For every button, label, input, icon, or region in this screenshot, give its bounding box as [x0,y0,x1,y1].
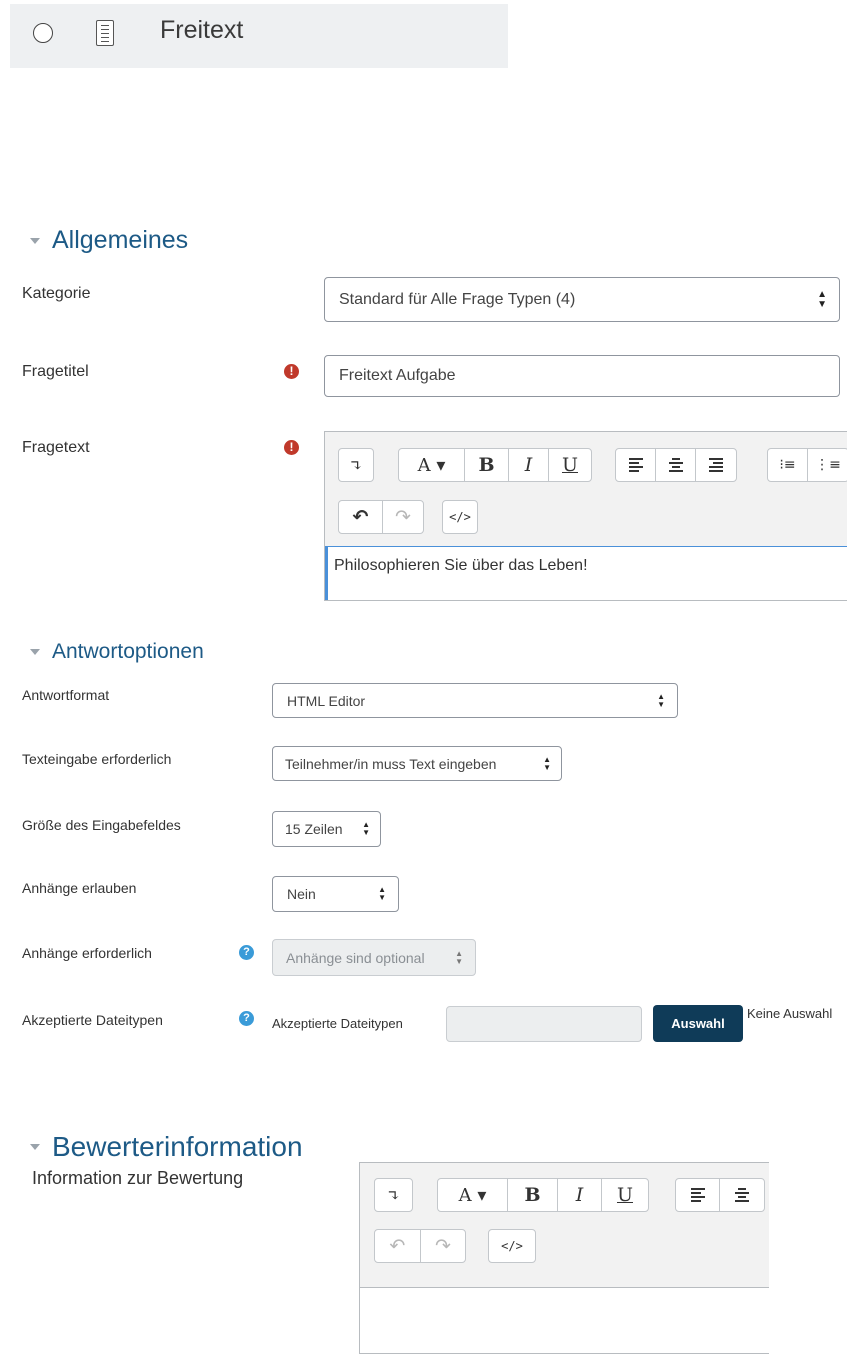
italic-button[interactable]: I [509,449,549,481]
toolbar-group-align [615,448,737,482]
more-toolbar-button[interactable]: ↴ [375,1179,412,1211]
grader-info-content[interactable] [360,1287,769,1353]
select-arrows-icon: ▲ ▼ [657,691,665,709]
toolbar-group-history: ↶ ↷ [374,1229,466,1263]
align-center-icon [735,1188,749,1202]
underline-button[interactable]: U [602,1179,648,1211]
align-center-icon [668,458,683,472]
grader-info-label: Information zur Bewertung [32,1168,244,1188]
select-arrows-icon: ▲ ▼ [455,948,463,966]
unordered-list-button[interactable]: ⁝≡ [768,449,808,481]
response-format-select[interactable]: HTML Editor ▲ ▼ [272,683,678,718]
italic-button[interactable]: I [558,1179,602,1211]
align-left-button[interactable] [616,449,656,481]
section-header-grader-info[interactable]: Bewerterinformation [30,1131,303,1163]
category-select[interactable]: Standard für Alle Frage Typen (4) ▲ ▼ [324,277,840,322]
align-right-button[interactable] [696,449,736,481]
toolbar-group-more: ↴ [338,448,374,482]
underline-button[interactable]: U [549,449,591,481]
align-left-icon [690,1188,705,1202]
filetypes-status: Keine Auswahl [747,1006,833,1021]
bold-button[interactable]: B [508,1179,558,1211]
response-required-select[interactable]: Teilnehmer/in muss Text eingeben ▲ ▼ [272,746,562,781]
field-lines-label: Größe des Eingabefeldes [22,817,181,833]
section-title-general: Allgemeines [52,226,189,254]
html-source-button[interactable]: </> [443,501,477,533]
question-type-radio[interactable] [33,23,53,43]
question-type-bar [10,4,508,68]
bold-button[interactable]: B [465,449,509,481]
align-left-button[interactable] [676,1179,720,1211]
ordered-list-button[interactable]: ⋮≡ [808,449,847,481]
attachments-required-label: Anhänge erforderlich [22,945,152,961]
category-label: Kategorie [22,285,91,302]
filetypes-label: Akzeptierte Dateitypen [22,1012,163,1028]
section-header-response-options[interactable]: Antwortoptionen [30,640,204,664]
question-text-editor: ↴ A ▾ B I U ⁝≡ ⋮≡ ↶ ↷ </> Philosophieren… [324,431,847,601]
required-icon: ! [284,364,299,379]
caret-down-icon [30,649,40,655]
question-type-label: Freitext [160,16,244,44]
undo-button[interactable]: ↶ [339,501,383,533]
grader-info-editor: ↴ A ▾ B I U ↶ ↷ </> [359,1162,769,1354]
attachments-label: Anhänge erlauben [22,880,137,896]
align-center-button[interactable] [720,1179,764,1211]
caret-down-icon [30,237,40,244]
toolbar-group-more: ↴ [374,1178,413,1212]
toolbar-group-format: A ▾ B I U [437,1178,649,1212]
question-name-label: Fragetitel [22,363,89,380]
question-text-value: Philosophieren Sie über das Leben! [334,557,588,574]
question-name-value: Freitext Aufgabe [339,367,456,384]
toolbar-group-source: </> [442,500,478,534]
redo-button[interactable]: ↷ [383,501,423,533]
attachments-required-value: Anhänge sind optional [286,949,425,966]
redo-button[interactable]: ↷ [421,1230,465,1262]
select-arrows-icon: ▲ ▼ [362,820,370,837]
help-icon[interactable]: ? [239,945,254,960]
filetypes-input [446,1006,642,1042]
align-right-icon [709,458,723,472]
field-lines-select[interactable]: 15 Zeilen ▲ ▼ [272,811,381,847]
font-style-button[interactable]: A ▾ [438,1179,508,1211]
field-lines-value: 15 Zeilen [285,821,343,837]
font-style-button[interactable]: A ▾ [399,449,465,481]
filetypes-choose-button[interactable]: Auswahl [653,1005,743,1042]
question-text-content[interactable]: Philosophieren Sie über das Leben! [325,546,847,600]
help-icon[interactable]: ? [239,1011,254,1026]
ordered-list-icon: ⋮≡ [815,457,841,473]
select-arrows-icon: ▲ ▼ [817,288,827,310]
question-text-label: Fragetext [22,439,90,456]
more-toolbar-button[interactable]: ↴ [339,449,373,481]
response-required-label: Texteingabe erforderlich [22,751,172,767]
align-left-icon [628,458,643,472]
toolbar-group-source: </> [488,1229,536,1263]
required-icon: ! [284,440,299,455]
category-value: Standard für Alle Frage Typen (4) [339,290,576,308]
section-title-grader-info: Bewerterinformation [52,1131,303,1162]
align-center-button[interactable] [656,449,696,481]
undo-button[interactable]: ↶ [375,1230,421,1262]
toolbar-group-history: ↶ ↷ [338,500,424,534]
attachments-required-select: Anhänge sind optional ▲ ▼ [272,939,476,976]
attachments-value: Nein [287,886,316,902]
question-name-input[interactable]: Freitext Aufgabe [324,355,840,397]
select-arrows-icon: ▲ ▼ [378,885,386,902]
section-header-general[interactable]: Allgemeines [30,226,188,255]
html-source-button[interactable]: </> [489,1230,535,1262]
toolbar-group-align [675,1178,765,1212]
response-format-value: HTML Editor [287,692,366,709]
toolbar-group-format: A ▾ B I U [398,448,592,482]
section-title-response-options: Antwortoptionen [52,640,204,663]
response-required-value: Teilnehmer/in muss Text eingeben [285,755,497,772]
filetypes-inner-label: Akzeptierte Dateitypen [272,1016,403,1031]
toolbar-group-lists: ⁝≡ ⋮≡ [767,448,847,482]
response-format-label: Antwortformat [22,687,110,703]
select-arrows-icon: ▲ ▼ [543,754,551,772]
caret-down-icon [30,1144,40,1150]
attachments-select[interactable]: Nein ▲ ▼ [272,876,399,912]
document-icon [96,20,114,46]
unordered-list-icon: ⁝≡ [779,457,796,473]
